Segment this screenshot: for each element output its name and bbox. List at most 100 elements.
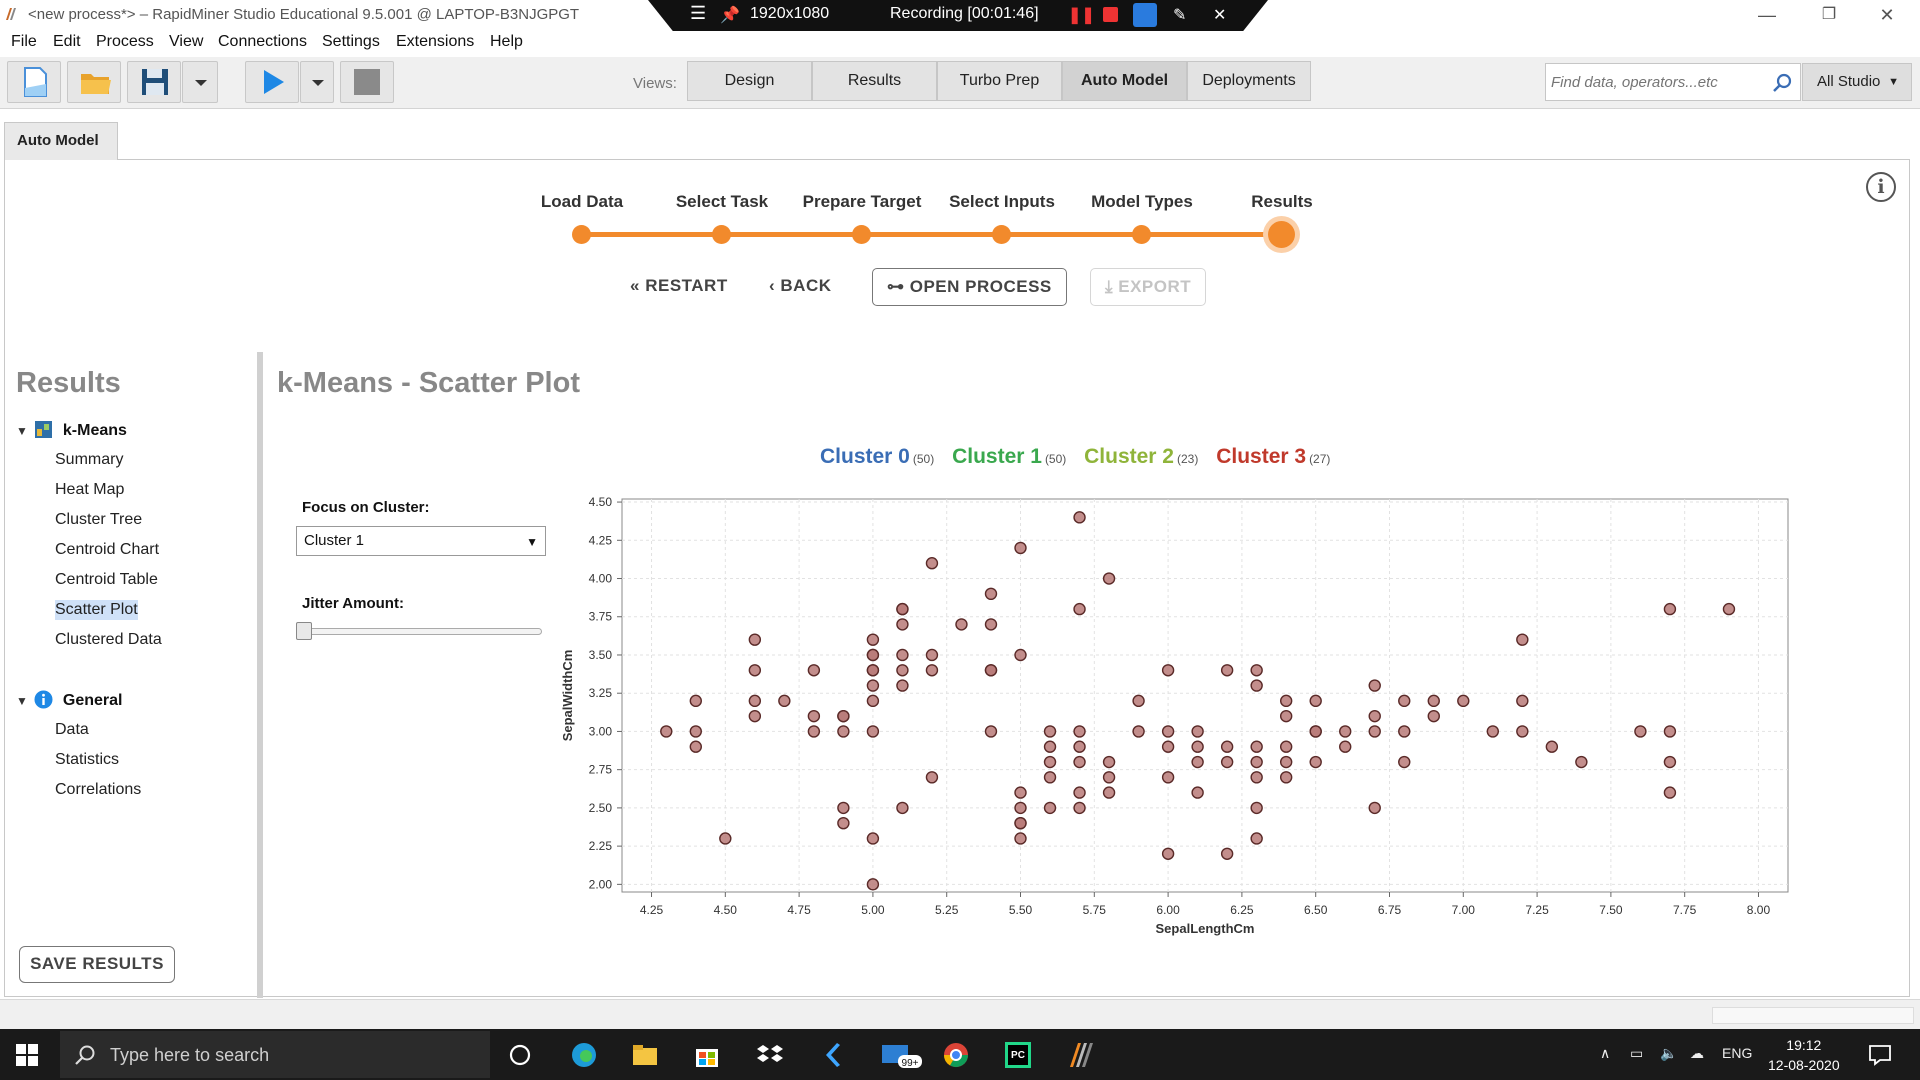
taskbar-clock[interactable]: 19:12 12-08-2020 [1768, 1035, 1840, 1075]
store-icon[interactable] [693, 1041, 721, 1069]
taskbar-search[interactable]: Type here to search [60, 1031, 490, 1078]
tree-item-centroid-table[interactable]: Centroid Table [55, 570, 158, 590]
data-point[interactable] [1250, 664, 1263, 677]
data-point[interactable] [807, 664, 821, 677]
run-process-button[interactable] [245, 61, 299, 103]
data-point[interactable] [748, 664, 762, 677]
data-point[interactable] [896, 679, 909, 692]
data-point[interactable] [896, 648, 909, 662]
tree-item-correlations[interactable]: Correlations [55, 780, 141, 800]
info-icon[interactable]: i [1866, 172, 1896, 202]
expand-arrow-icon[interactable]: ▼ [16, 694, 30, 708]
data-point[interactable] [1250, 801, 1263, 815]
data-point[interactable] [837, 709, 850, 723]
step-prepare-target[interactable]: Prepare Target [792, 192, 932, 212]
data-point[interactable] [1220, 740, 1234, 753]
new-process-button[interactable] [7, 61, 61, 103]
data-point[interactable] [984, 618, 998, 631]
menu-settings[interactable]: Settings [322, 33, 380, 51]
data-point[interactable] [1102, 755, 1116, 769]
export-button[interactable]: ⤓ EXPORT [1090, 268, 1207, 306]
task-view-icon[interactable] [506, 1041, 534, 1069]
data-point[interactable] [1191, 755, 1204, 769]
search-input[interactable] [1551, 65, 1761, 99]
step-dot-select-inputs[interactable] [992, 225, 1011, 244]
data-point[interactable] [1250, 679, 1263, 692]
search-scope-dropdown[interactable]: All Studio ▼ [1802, 63, 1912, 101]
view-tab-results[interactable]: Results [812, 61, 937, 101]
data-point[interactable] [1073, 786, 1086, 799]
data-point[interactable] [1073, 801, 1086, 815]
data-point[interactable] [1545, 740, 1559, 753]
onedrive-icon[interactable]: ☁ [1690, 1045, 1704, 1062]
jitter-slider-track[interactable] [298, 628, 542, 635]
step-model-types[interactable]: Model Types [1072, 192, 1212, 212]
data-point[interactable] [1161, 664, 1175, 677]
data-point[interactable] [1250, 755, 1263, 769]
legend-cluster-2[interactable]: Cluster 2 (23) [1084, 445, 1198, 468]
save-dropdown-button[interactable] [182, 61, 218, 103]
step-dot-results[interactable] [1268, 221, 1295, 248]
data-point[interactable] [1220, 847, 1234, 860]
data-point[interactable] [1043, 755, 1057, 769]
data-point[interactable] [1014, 786, 1027, 799]
legend-cluster-0[interactable]: Cluster 0 (50) [820, 445, 934, 468]
step-dot-select-task[interactable] [712, 225, 731, 244]
data-point[interactable] [1457, 694, 1470, 708]
view-tab-deployments[interactable]: Deployments [1187, 61, 1311, 101]
data-point[interactable] [1309, 725, 1322, 738]
scatter-plot[interactable]: 4.25 4.50 4.75 5.00 5.25 5.50 5.75 6.00 6.25 6.50… [548, 485, 1838, 975]
menu-file[interactable]: File [11, 33, 37, 51]
data-point[interactable] [866, 878, 880, 891]
data-point[interactable] [689, 694, 702, 708]
tree-node-k-means[interactable]: ▼ k-Means [16, 420, 127, 440]
data-point[interactable] [1516, 725, 1529, 738]
data-point[interactable] [1073, 511, 1086, 524]
data-point[interactable] [984, 587, 998, 601]
notifications-icon[interactable] [1866, 1041, 1894, 1069]
data-point[interactable] [866, 725, 880, 738]
view-tab-design[interactable]: Design [687, 61, 812, 101]
data-point[interactable] [1368, 801, 1381, 815]
rapidminer-taskbar-icon[interactable] [1066, 1041, 1094, 1069]
volume-icon[interactable]: 🔈 [1660, 1045, 1677, 1062]
data-point[interactable] [1191, 740, 1204, 753]
data-point[interactable] [837, 725, 850, 738]
data-point[interactable] [1663, 786, 1677, 799]
dropbox-icon[interactable] [756, 1041, 784, 1069]
data-point[interactable] [1073, 755, 1086, 769]
menu-view[interactable]: View [169, 33, 203, 51]
data-point[interactable] [1043, 725, 1057, 738]
data-point[interactable] [1220, 664, 1234, 677]
data-point[interactable] [866, 679, 880, 692]
view-tab-auto-model[interactable]: Auto Model [1062, 61, 1187, 101]
tree-item-cluster-tree[interactable]: Cluster Tree [55, 510, 142, 530]
data-point[interactable] [1398, 755, 1411, 769]
data-point[interactable] [1516, 633, 1529, 646]
data-point[interactable] [1309, 755, 1322, 769]
data-point[interactable] [925, 557, 939, 570]
data-point[interactable] [1132, 725, 1145, 738]
menu-extensions[interactable]: Extensions [396, 33, 474, 51]
focus-cluster-select[interactable]: Cluster 1 ▼ [296, 526, 546, 556]
data-point[interactable] [1398, 694, 1411, 708]
data-point[interactable] [925, 664, 939, 677]
search-icon[interactable] [1772, 73, 1792, 93]
restart-button[interactable]: « RESTART [630, 268, 728, 306]
data-point[interactable] [719, 832, 732, 845]
tree-item-data[interactable]: Data [55, 720, 89, 740]
tree-node-general[interactable]: ▼ General [16, 690, 123, 710]
tree-item-statistics[interactable]: Statistics [55, 750, 119, 770]
data-point[interactable] [1073, 602, 1086, 616]
run-dropdown-button[interactable] [300, 61, 334, 103]
data-point[interactable] [1634, 725, 1647, 738]
data-point[interactable] [1398, 725, 1411, 738]
data-point[interactable] [866, 633, 880, 646]
data-point[interactable] [1663, 602, 1677, 616]
battery-icon[interactable]: ▭ [1630, 1045, 1643, 1062]
legend-cluster-3[interactable]: Cluster 3 (27) [1216, 445, 1330, 468]
view-tab-turbo-prep[interactable]: Turbo Prep [937, 61, 1062, 101]
data-point[interactable] [1043, 771, 1057, 784]
pycharm-icon[interactable]: PC [1004, 1041, 1032, 1069]
data-point[interactable] [689, 740, 702, 753]
